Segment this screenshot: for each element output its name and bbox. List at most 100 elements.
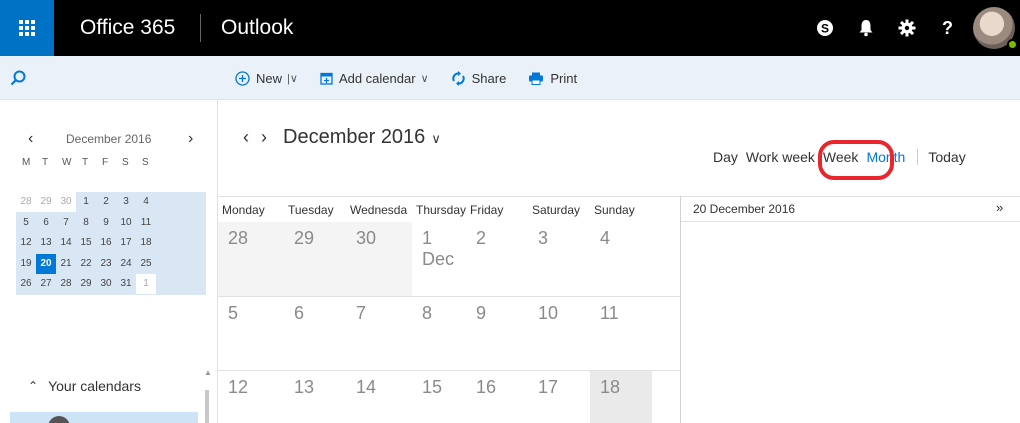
share-button[interactable]: Share: [451, 70, 506, 86]
month-day-cell[interactable]: 7: [346, 297, 412, 370]
weekday-header: Saturday: [532, 202, 581, 217]
new-dropdown-chevron-icon[interactable]: |∨: [287, 72, 298, 85]
mini-calendar-day[interactable]: 30: [56, 192, 76, 213]
mini-dow: F: [102, 157, 109, 168]
month-day-cell[interactable]: 30: [346, 222, 412, 296]
mini-calendar-day[interactable]: 8: [76, 213, 96, 233]
app-launcher-button[interactable]: [0, 0, 54, 56]
month-day-cell[interactable]: 15: [412, 371, 466, 423]
suite-title[interactable]: Office 365: [54, 0, 200, 56]
new-button[interactable]: New |∨: [235, 71, 298, 86]
month-day-cell[interactable]: 2: [466, 222, 528, 296]
month-day-cell[interactable]: 9: [466, 297, 528, 370]
month-day-cell[interactable]: 17: [528, 371, 590, 423]
scroll-up-arrow-icon[interactable]: ▲: [204, 368, 212, 377]
mini-calendar-week: 26 27 28 29 30 31 1: [16, 274, 206, 295]
month-day-cell[interactable]: 5: [218, 297, 284, 370]
add-calendar-button[interactable]: Add calendar ∨: [320, 71, 429, 86]
mini-calendar-week: 12 13 14 15 16 17 18: [16, 233, 206, 254]
mini-calendar-day[interactable]: 29: [36, 192, 56, 213]
month-day-cell[interactable]: 28: [218, 222, 284, 296]
search-button[interactable]: [0, 56, 218, 100]
view-switcher: Day Work week Week Month Today: [713, 149, 974, 165]
mini-calendar-day[interactable]: 2: [96, 192, 116, 212]
month-day-cell[interactable]: 14: [346, 371, 412, 423]
month-day-cell[interactable]: 3: [528, 222, 590, 296]
help-button[interactable]: ?: [927, 0, 968, 56]
mini-calendar-day[interactable]: 9: [96, 213, 116, 233]
mini-calendar-day[interactable]: 3: [116, 192, 136, 212]
month-day-cell[interactable]: 8: [412, 297, 466, 370]
mini-calendar-day[interactable]: 26: [16, 274, 36, 294]
month-day-cell[interactable]: 18: [590, 371, 652, 423]
your-calendars-label: Your calendars: [48, 378, 141, 394]
mini-calendar-day[interactable]: 7: [56, 213, 76, 233]
printer-icon: [529, 72, 544, 85]
mini-calendar-day[interactable]: 22: [76, 254, 96, 274]
month-day-cell[interactable]: 6: [284, 297, 346, 370]
mini-calendar-prev-chevron-icon[interactable]: ‹: [28, 130, 33, 148]
month-day-cell[interactable]: 12: [218, 371, 284, 423]
mini-calendar-day[interactable]: 6: [36, 213, 56, 233]
mini-calendar-day[interactable]: 18: [136, 233, 156, 253]
month-day-cell[interactable]: 10: [528, 297, 590, 370]
month-day-cell[interactable]: 16: [466, 371, 528, 423]
grid-divider: [680, 196, 681, 423]
month-title[interactable]: December 2016 ∨: [283, 126, 441, 149]
month-day-cell[interactable]: 13: [284, 371, 346, 423]
expand-pane-button[interactable]: »: [996, 200, 1003, 215]
your-calendars-toggle[interactable]: ⌃ Your calendars: [28, 378, 141, 394]
mini-calendar-title[interactable]: December 2016: [66, 132, 151, 146]
view-work-week[interactable]: Work week: [746, 149, 815, 165]
user-avatar-button[interactable]: [968, 0, 1020, 56]
scrollbar-thumb[interactable]: [205, 390, 209, 423]
month-day-cell[interactable]: 4: [590, 222, 652, 296]
today-button[interactable]: Today: [928, 149, 965, 165]
mini-calendar-day[interactable]: 12: [16, 233, 36, 253]
mini-calendar-day[interactable]: 13: [36, 233, 56, 253]
mini-calendar-day[interactable]: 14: [56, 233, 76, 253]
mini-calendar-day[interactable]: 31: [116, 274, 136, 294]
app-title[interactable]: Outlook: [215, 0, 293, 56]
mini-calendar-next-chevron-icon[interactable]: ›: [188, 130, 193, 148]
chevron-down-icon: ∨: [431, 131, 441, 146]
skype-button[interactable]: S: [804, 0, 845, 56]
mini-calendar-day[interactable]: 28: [56, 274, 76, 294]
mini-calendar-day[interactable]: 15: [76, 233, 96, 253]
month-day-cell[interactable]: 11: [590, 297, 652, 370]
notifications-button[interactable]: [845, 0, 886, 56]
mini-calendar-day[interactable]: 4: [136, 192, 156, 212]
mini-calendar-day[interactable]: 28: [16, 192, 36, 213]
add-calendar-chevron-icon: ∨: [420, 72, 429, 85]
mini-calendar-day[interactable]: 11: [136, 213, 156, 233]
mini-calendar-today[interactable]: 20: [36, 253, 56, 274]
mini-calendar-day[interactable]: 23: [96, 254, 116, 274]
mini-calendar-day[interactable]: 24: [116, 254, 136, 274]
calendar-list-item[interactable]: [10, 412, 198, 423]
month-day-cell[interactable]: 1 Dec: [412, 222, 466, 296]
mini-calendar-day[interactable]: 5: [16, 213, 36, 233]
top-bar: Office 365 Outlook S ?: [0, 0, 1020, 56]
mini-calendar-day[interactable]: 17: [116, 233, 136, 253]
mini-calendar-day[interactable]: 27: [36, 274, 56, 294]
next-month-chevron-icon[interactable]: ›: [261, 127, 267, 148]
mini-calendar-day[interactable]: 16: [96, 233, 116, 253]
previous-month-chevron-icon[interactable]: ‹: [243, 127, 249, 148]
mini-calendar-day[interactable]: 19: [16, 254, 36, 274]
month-day-cell[interactable]: 29: [284, 222, 346, 296]
settings-button[interactable]: [886, 0, 927, 56]
mini-calendar-day[interactable]: 29: [76, 274, 96, 294]
view-day[interactable]: Day: [713, 149, 738, 165]
mini-calendar-day[interactable]: 21: [56, 254, 76, 274]
mini-calendar-day[interactable]: 1: [76, 192, 96, 212]
view-week[interactable]: Week: [823, 149, 859, 165]
mini-calendar-day[interactable]: 10: [116, 213, 136, 233]
mini-calendar-day[interactable]: 25: [136, 254, 156, 274]
bell-icon: [859, 20, 872, 37]
view-divider: [917, 149, 919, 165]
mini-calendar-day[interactable]: 1: [136, 274, 156, 295]
left-pane: ‹ December 2016 › M T W T F S S 28 29 30 1 2…: [0, 100, 218, 423]
mini-calendar-day[interactable]: 30: [96, 274, 116, 294]
view-month[interactable]: Month: [866, 149, 905, 165]
print-button[interactable]: Print: [528, 71, 577, 86]
